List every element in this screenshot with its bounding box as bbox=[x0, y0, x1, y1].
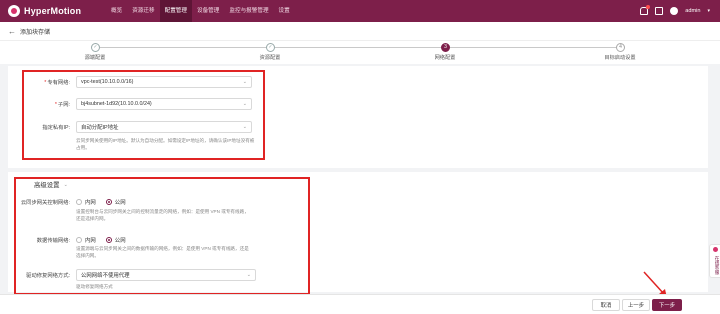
step-connector bbox=[275, 47, 441, 48]
step-connector bbox=[450, 47, 616, 48]
nav-item-monitoring[interactable]: 监控与报警管理 bbox=[224, 0, 273, 22]
page-header: ← 添加块存储 bbox=[0, 22, 720, 40]
private-ip-row: 指定私有IP: 自动分配IP地址 ⌄ bbox=[26, 121, 252, 133]
step-4-number: 4 bbox=[616, 43, 625, 52]
nav-item-overview[interactable]: 概览 bbox=[106, 0, 127, 22]
wizard-footer: 取消 上一步 下一步 bbox=[0, 294, 720, 314]
main-nav: 概览 资源迁移 配置管理 设备管理 监控与报警管理 设置 bbox=[106, 0, 295, 22]
ctrl-radio-intranet[interactable]: 内网 bbox=[76, 198, 96, 206]
ctrl-network-row: 云同步网关控制网络: 内网 公网 bbox=[18, 198, 126, 206]
wizard-steps: ✓ 源端配置 ✓ 资源配置 3 网络配置 4 目标启动设置 bbox=[0, 40, 720, 64]
subnet-value: bj4subnet-1d92(10.10.0.0/24) bbox=[81, 101, 152, 107]
chevron-down-icon: ⌄ bbox=[246, 272, 251, 278]
advanced-settings-toggle[interactable]: 高级设置 ⌄ bbox=[34, 180, 68, 190]
vpc-select[interactable]: vpc-test(10.10.0.0/16) ⌄ bbox=[76, 76, 252, 88]
topbar-actions: admin ▾ bbox=[640, 0, 710, 22]
vpc-value: vpc-test(10.10.0.0/16) bbox=[81, 79, 134, 85]
online-support-tab[interactable]: 在线客服 bbox=[709, 244, 720, 278]
document-icon[interactable] bbox=[655, 7, 664, 15]
ctrl-network-radio-group: 内网 公网 bbox=[76, 198, 126, 206]
ctrl-network-label: 云同步网关控制网络: bbox=[20, 200, 70, 206]
data-network-hint: 设置源端与云同步网关之间的数据传输的网络，例如：是使用 VPN 或专有线路，还是… bbox=[76, 246, 249, 258]
ctrl-radio-public[interactable]: 公网 bbox=[105, 198, 126, 206]
page-title: 添加块存储 bbox=[20, 29, 51, 36]
back-arrow-icon[interactable]: ← bbox=[8, 27, 16, 36]
step-1-label: 源端配置 bbox=[84, 55, 106, 61]
step-2-label: 资源配置 bbox=[259, 55, 281, 61]
step-1-check-icon: ✓ bbox=[91, 43, 100, 52]
data-radio-intranet[interactable]: 内网 bbox=[76, 236, 96, 244]
chevron-down-icon: ⌄ bbox=[63, 181, 68, 188]
top-navbar: HyperMotion 概览 资源迁移 配置管理 设备管理 监控与报警管理 设置… bbox=[0, 0, 720, 22]
user-name[interactable]: admin bbox=[685, 8, 700, 14]
ctrl-network-hint: 设置控制台与云同步网关之间的控制流量走的网络，例如：是使用 VPN 或专有线路，… bbox=[76, 209, 249, 221]
chevron-down-icon: ⌄ bbox=[242, 79, 247, 85]
boot-network-row: 驱动修复网络方式: 公网网络不使用代理 ⌄ bbox=[18, 269, 256, 281]
advanced-settings-title: 高级设置 bbox=[34, 182, 60, 189]
chevron-down-icon[interactable]: ▾ bbox=[707, 8, 710, 14]
private-ip-hint: 云同步网关使用的IP地址。默认为自动分配。如需设定IP地址的，请确认该IP地址没… bbox=[76, 138, 255, 150]
bell-icon[interactable] bbox=[640, 5, 651, 15]
boot-network-select[interactable]: 公网网络不使用代理 ⌄ bbox=[76, 269, 256, 281]
private-ip-label: 指定私有IP: bbox=[42, 125, 70, 131]
online-support-label: 在线客服 bbox=[715, 255, 720, 275]
boot-network-label: 驱动修复网络方式: bbox=[26, 273, 70, 279]
step-3-label: 网络配置 bbox=[434, 55, 456, 61]
boot-network-value: 公网网络不使用代理 bbox=[81, 273, 130, 279]
nav-item-devices[interactable]: 设备管理 bbox=[192, 0, 224, 22]
app-logo[interactable]: HyperMotion bbox=[8, 5, 106, 17]
required-mark: * bbox=[54, 102, 57, 108]
step-4-label: 目标启动设置 bbox=[604, 55, 636, 61]
logo-icon bbox=[8, 5, 20, 17]
radio-off-icon bbox=[76, 199, 82, 205]
subnet-select[interactable]: bj4subnet-1d92(10.10.0.0/24) ⌄ bbox=[76, 98, 252, 110]
next-step-button[interactable]: 下一步 bbox=[652, 299, 682, 311]
step-3-number: 3 bbox=[441, 43, 450, 52]
vpc-label: 专有网络: bbox=[47, 80, 70, 86]
data-network-row: 数据传输网络: 内网 公网 bbox=[18, 236, 126, 244]
vpc-row: *专有网络: vpc-test(10.10.0.0/16) ⌄ bbox=[26, 76, 252, 88]
private-ip-select[interactable]: 自动分配IP地址 ⌄ bbox=[76, 121, 252, 133]
app-name: HyperMotion bbox=[24, 6, 82, 16]
nav-item-settings[interactable]: 设置 bbox=[274, 0, 295, 22]
subnet-row: *子网: bj4subnet-1d92(10.10.0.0/24) ⌄ bbox=[26, 98, 252, 110]
cancel-button[interactable]: 取消 bbox=[592, 299, 620, 311]
previous-step-button[interactable]: 上一步 bbox=[622, 299, 650, 311]
nav-item-config[interactable]: 配置管理 bbox=[159, 0, 192, 22]
radio-off-icon bbox=[76, 237, 82, 243]
nav-item-migration[interactable]: 资源迁移 bbox=[127, 0, 159, 22]
chevron-down-icon: ⌄ bbox=[242, 124, 247, 130]
user-avatar-icon[interactable] bbox=[670, 7, 679, 15]
radio-on-icon bbox=[105, 237, 112, 243]
step-connector bbox=[100, 47, 266, 48]
radio-on-icon bbox=[105, 199, 112, 205]
data-network-label: 数据传输网络: bbox=[36, 238, 70, 244]
support-icon bbox=[713, 247, 718, 252]
subnet-label: 子网: bbox=[57, 102, 70, 108]
chevron-down-icon: ⌄ bbox=[242, 101, 247, 107]
private-ip-value: 自动分配IP地址 bbox=[81, 125, 119, 131]
data-network-radio-group: 内网 公网 bbox=[76, 236, 126, 244]
step-2-check-icon: ✓ bbox=[266, 43, 275, 52]
notification-badge bbox=[646, 5, 651, 9]
data-radio-public[interactable]: 公网 bbox=[105, 236, 126, 244]
boot-network-hint: 驱动修复网络方式 bbox=[76, 284, 113, 289]
